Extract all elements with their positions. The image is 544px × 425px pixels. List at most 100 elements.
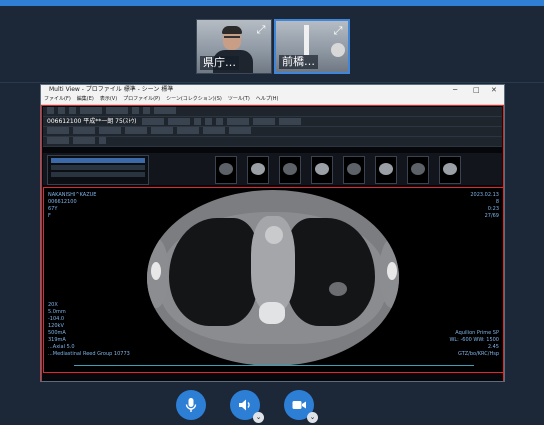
menu-tools[interactable]: ツール(T) bbox=[228, 96, 250, 102]
toolbar-button[interactable] bbox=[154, 107, 176, 114]
toolbar-button[interactable] bbox=[69, 107, 76, 114]
menu-file[interactable]: ファイル(F) bbox=[44, 96, 71, 102]
participant-tile-1[interactable]: ⤢ 県庁… bbox=[196, 19, 272, 74]
toolbar-button[interactable] bbox=[142, 118, 165, 125]
microphone-button[interactable] bbox=[176, 390, 206, 420]
thumbnail-image bbox=[283, 163, 297, 175]
thumbnail-image bbox=[411, 163, 425, 175]
toolbar-button[interactable] bbox=[216, 118, 224, 125]
toolbar-button[interactable] bbox=[205, 118, 213, 125]
patient-bar: 006612100 平成**一朗 75(ｽﾄｳ) bbox=[43, 117, 502, 127]
overlay-top-right: 2023.02.13 8 0:23 27/69 bbox=[470, 192, 499, 219]
thumbnail-image bbox=[443, 163, 457, 175]
ct-vertebra bbox=[259, 302, 285, 324]
microphone-icon bbox=[185, 398, 197, 412]
ct-lesion bbox=[329, 282, 347, 296]
series-thumbnail[interactable] bbox=[407, 156, 429, 184]
toolbar-button[interactable] bbox=[125, 127, 147, 134]
thumbnail-image bbox=[379, 163, 393, 175]
toolbar-button[interactable] bbox=[227, 118, 250, 125]
toolbar-button[interactable] bbox=[99, 137, 106, 144]
viewer-toolbar-3 bbox=[43, 137, 502, 147]
toolbar-button[interactable] bbox=[177, 127, 199, 134]
toolbar-button[interactable] bbox=[47, 137, 69, 144]
call-controls: ⌄ ⌄ bbox=[0, 380, 544, 425]
ct-image-viewport[interactable]: NAKANISHI^KAZUE 006612100 67Y F 2023.02.… bbox=[43, 187, 504, 373]
toolbar-button[interactable] bbox=[279, 118, 302, 125]
minimize-button[interactable]: ─ bbox=[453, 85, 457, 95]
toolbar-button[interactable] bbox=[132, 107, 139, 114]
menu-profile[interactable]: プロファイル(P) bbox=[123, 96, 160, 102]
menu-edit[interactable]: 編集(E) bbox=[77, 96, 94, 102]
speaker-button[interactable]: ⌄ bbox=[230, 390, 264, 423]
dicom-viewer: 006612100 平成**一朗 75(ｽﾄｳ) NAKANISHI^KAZUE… bbox=[41, 105, 504, 381]
toolbar-button[interactable] bbox=[106, 107, 128, 114]
study-list-row[interactable] bbox=[51, 165, 145, 170]
overlay-bottom-right: Aquilion Prime SP WL: -600 WW: 1500 2.45… bbox=[449, 330, 499, 357]
toolbar-button[interactable] bbox=[253, 118, 276, 125]
series-thumbnail[interactable] bbox=[439, 156, 461, 184]
scale-ruler bbox=[74, 361, 474, 366]
shared-screen: Multi View - プロファイル 標準 - シーン 標準 ─ □ ✕ ファ… bbox=[40, 84, 505, 382]
toolbar-button[interactable] bbox=[203, 127, 225, 134]
participant-glasses bbox=[224, 36, 240, 41]
toolbar-button[interactable] bbox=[47, 107, 54, 114]
series-thumbnail[interactable] bbox=[247, 156, 269, 184]
ct-arm-right bbox=[379, 238, 399, 308]
ct-field-of-view bbox=[147, 190, 399, 366]
toolbar-button[interactable] bbox=[151, 127, 173, 134]
toolbar-button[interactable] bbox=[80, 107, 102, 114]
expand-icon[interactable]: ⤢ bbox=[331, 24, 345, 38]
toolbar-button[interactable] bbox=[194, 118, 202, 125]
study-list-row[interactable] bbox=[51, 158, 145, 163]
study-list[interactable] bbox=[47, 155, 149, 185]
menu-scene[interactable]: シーン(コレクション)(S) bbox=[166, 96, 222, 102]
divider bbox=[0, 82, 544, 83]
series-thumbnail-strip bbox=[43, 153, 502, 185]
window-titlebar: Multi View - プロファイル 標準 - シーン 標準 ─ □ ✕ bbox=[41, 85, 504, 95]
series-thumbnail[interactable] bbox=[375, 156, 397, 184]
ct-humerus bbox=[151, 262, 161, 280]
maximize-button[interactable]: □ bbox=[473, 85, 480, 95]
ct-left-lung bbox=[287, 218, 375, 326]
ct-right-lung bbox=[169, 218, 257, 326]
camera-button[interactable]: ⌄ bbox=[284, 390, 318, 423]
toolbar-button[interactable] bbox=[73, 127, 95, 134]
menu-help[interactable]: ヘルプ(H) bbox=[256, 96, 279, 102]
chevron-down-icon[interactable]: ⌄ bbox=[253, 412, 264, 423]
overlay-top-left: NAKANISHI^KAZUE 006612100 67Y F bbox=[48, 192, 97, 219]
expand-icon[interactable]: ⤢ bbox=[254, 23, 268, 37]
overlay-bottom-left: 20X 5.0mm -104.0 120kV 500mA 319mA ...Ax… bbox=[48, 302, 130, 357]
thumbnail-image bbox=[315, 163, 329, 175]
participant-strip: ⤢ 県庁… ⤢ 前橋… bbox=[196, 19, 350, 74]
conference-app: ⤢ 県庁… ⤢ 前橋… Multi View - プロファイル 標準 - シーン… bbox=[0, 0, 544, 425]
toolbar-button[interactable] bbox=[143, 107, 150, 114]
menu-view[interactable]: 表示(V) bbox=[100, 96, 117, 102]
camera-icon bbox=[292, 401, 306, 409]
toolbar-button[interactable] bbox=[73, 137, 95, 144]
participant-tile-2[interactable]: ⤢ 前橋… bbox=[274, 19, 350, 74]
toolbar-button[interactable] bbox=[168, 118, 191, 125]
thumbnail-image bbox=[219, 163, 233, 175]
series-thumbnail[interactable] bbox=[343, 156, 365, 184]
chevron-down-icon[interactable]: ⌄ bbox=[307, 412, 318, 423]
patient-id-text: 006612100 平成**一朗 75(ｽﾄｳ) bbox=[47, 118, 137, 125]
ct-aorta bbox=[265, 226, 283, 244]
toolbar-button[interactable] bbox=[229, 127, 251, 134]
series-thumbnail[interactable] bbox=[215, 156, 237, 184]
participant-mask bbox=[331, 43, 345, 57]
study-list-row[interactable] bbox=[51, 172, 145, 177]
top-accent-strip bbox=[0, 0, 544, 6]
close-button[interactable]: ✕ bbox=[491, 85, 497, 95]
background-door bbox=[304, 25, 309, 55]
viewer-toolbar-1 bbox=[43, 107, 502, 117]
toolbar-button[interactable] bbox=[58, 107, 65, 114]
ct-humerus bbox=[387, 262, 397, 280]
toolbar-button[interactable] bbox=[47, 127, 69, 134]
series-thumbnail[interactable] bbox=[311, 156, 333, 184]
series-thumbnail[interactable] bbox=[279, 156, 301, 184]
menu-bar: ファイル(F) 編集(E) 表示(V) プロファイル(P) シーン(コレクション)(S)… bbox=[41, 95, 504, 105]
toolbar-button[interactable] bbox=[99, 127, 121, 134]
participant-hair bbox=[222, 26, 242, 34]
window-title: Multi View - プロファイル 標準 - シーン 標準 bbox=[49, 86, 174, 93]
